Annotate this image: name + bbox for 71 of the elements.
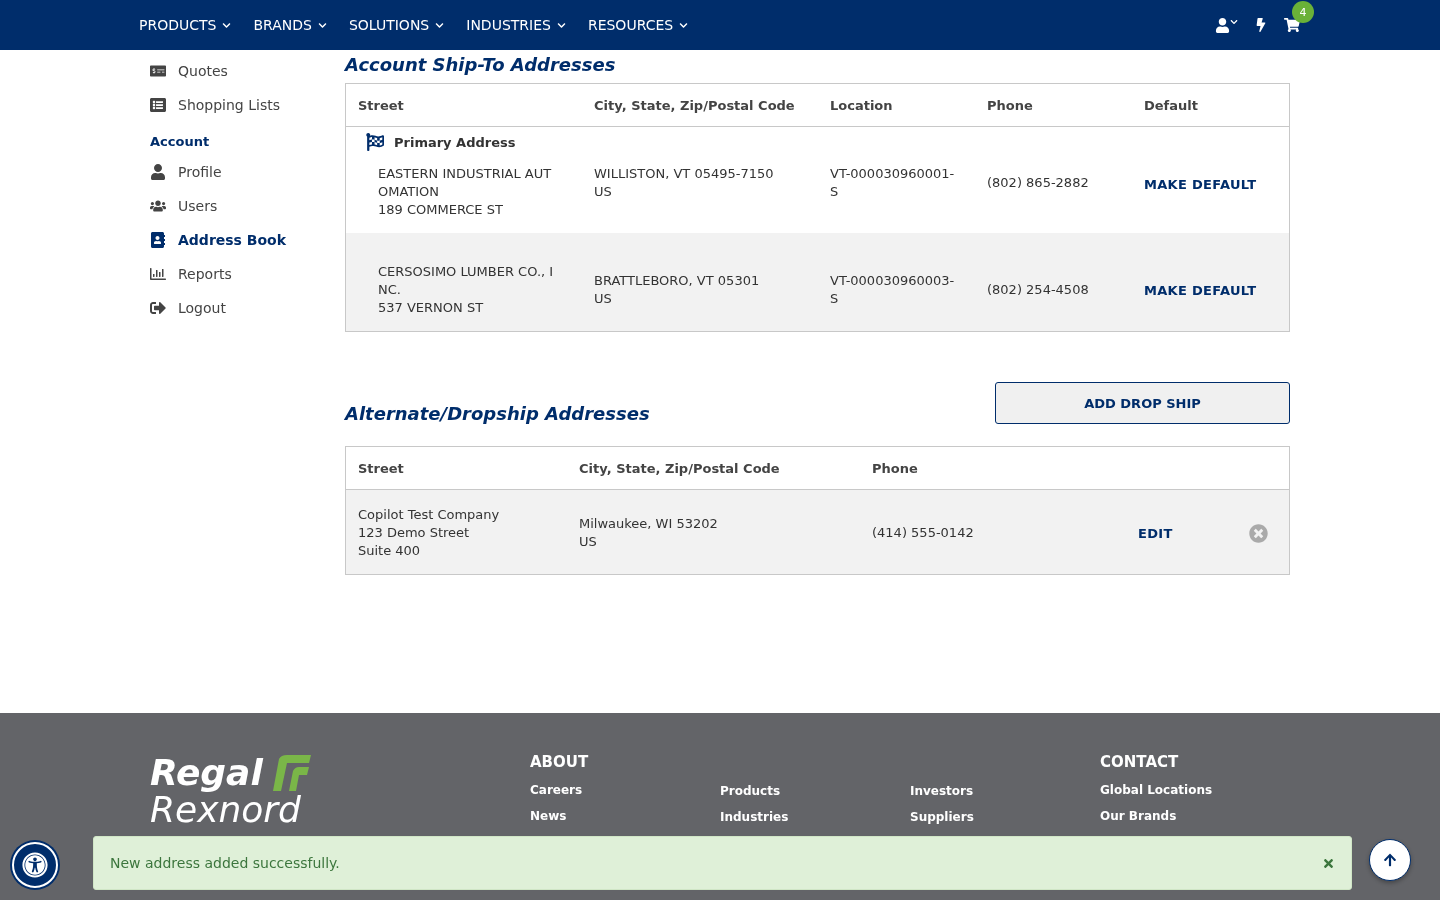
close-icon	[1322, 856, 1335, 870]
section-title: Account Ship-To Addresses	[345, 54, 617, 75]
toast-message: New address added successfully.	[110, 855, 340, 871]
phone-cell-text: (802) 254-4508	[987, 281, 1090, 299]
chevron-down-icon	[679, 20, 689, 30]
column-header: Location	[830, 97, 894, 113]
chevron-down-icon	[317, 20, 327, 30]
sidebar-item-icon	[150, 198, 166, 214]
chevron-down-icon	[222, 20, 232, 30]
footer-heading: CONTACT	[1100, 753, 1180, 771]
column-header: Street	[358, 97, 405, 113]
sidebar-item-icon	[150, 164, 166, 180]
edit-link[interactable]: EDIT	[1138, 525, 1173, 541]
nav-menu[interactable]: SOLUTIONS	[348, 17, 445, 33]
add-drop-ship-button[interactable]: ADD DROP SHIP	[995, 382, 1290, 424]
footer-link[interactable]: Investors	[910, 784, 1100, 798]
accessibility-button[interactable]	[12, 842, 58, 888]
sidebar-item[interactable]: Address Book	[150, 223, 345, 257]
section-title: Alternate/Dropship Addresses	[345, 403, 650, 424]
column-header: Street	[358, 460, 405, 476]
city-cell-text: WILLISTON, VT 05495-7150 US	[594, 165, 775, 201]
footer-heading: ABOUT	[530, 753, 590, 771]
sidebar-item-icon	[150, 63, 166, 79]
column-header: Phone	[987, 97, 1034, 113]
sidebar-item-icon	[150, 97, 166, 113]
chevron-down-icon	[435, 20, 445, 30]
location-cell-text: VT-000030960003- S	[830, 272, 956, 308]
make-default-link[interactable]: MAKE DEFAULT	[1144, 282, 1257, 298]
footer-link[interactable]: Our Brands	[1100, 809, 1290, 823]
footer-link[interactable]: Careers	[530, 783, 720, 797]
footer-link[interactable]: News	[530, 809, 720, 823]
street-cell-text: EASTERN INDUSTRIAL AUT OMATION 189 COMMERCE ST	[378, 165, 553, 219]
column-header: City, State, Zip/Postal Code	[579, 460, 781, 476]
nav-menu[interactable]: PRODUCTS	[139, 17, 232, 33]
quick-order-icon[interactable]	[1254, 18, 1268, 32]
phone-cell-text: (414) 555-0142	[872, 524, 975, 542]
street-cell-text: CERSOSIMO LUMBER CO., I NC. 537 VERNON ST	[378, 263, 555, 317]
footer-link[interactable]: Industries	[720, 810, 910, 824]
sidebar-item[interactable]: Profile	[150, 155, 345, 189]
sidebar-item-icon	[150, 232, 166, 248]
sidebar-item[interactable]: Shopping Lists	[150, 88, 345, 122]
primary-address-label: Primary Address	[394, 134, 516, 150]
arrow-up-icon	[1383, 853, 1397, 867]
footer-link[interactable]: Suppliers	[910, 810, 1100, 824]
nav-menu[interactable]: INDUSTRIES	[466, 17, 566, 33]
nav-menu[interactable]: RESOURCES	[587, 17, 689, 33]
cart-count-badge: 4	[1292, 1, 1314, 23]
location-cell-text: VT-000030960001- S	[830, 165, 956, 201]
close-button[interactable]	[1322, 856, 1335, 870]
account-icon[interactable]	[1215, 17, 1238, 33]
sidebar-item[interactable]: Users	[150, 189, 345, 223]
city-cell-text: BRATTLEBORO, VT 05301 US	[594, 272, 761, 308]
column-header: Phone	[872, 460, 919, 476]
sidebar-item-icon	[150, 300, 166, 316]
chevron-down-icon	[556, 20, 566, 30]
accessibility-icon	[22, 852, 48, 878]
sidebar-item[interactable]: Logout	[150, 291, 345, 325]
street-cell-text: Copilot Test Company 123 Demo Street Suite 400	[358, 506, 501, 560]
flag-icon	[366, 133, 384, 151]
city-cell-text: Milwaukee, WI 53202 US	[579, 515, 719, 551]
sidebar-heading: Account	[150, 134, 211, 149]
footer-link[interactable]: Products	[720, 784, 910, 798]
footer-link[interactable]: Global Locations	[1100, 783, 1290, 797]
make-default-link[interactable]: MAKE DEFAULT	[1144, 177, 1257, 192]
phone-cell-text: (802) 865-2882	[987, 174, 1090, 192]
column-header: Default	[1144, 97, 1199, 113]
sidebar-item-icon	[150, 266, 166, 282]
column-header: City, State, Zip/Postal Code	[594, 97, 796, 113]
nav-menu[interactable]: BRANDS	[253, 17, 327, 33]
sidebar-item[interactable]: Reports	[150, 257, 345, 291]
sidebar-item[interactable]: Quotes	[150, 54, 345, 88]
